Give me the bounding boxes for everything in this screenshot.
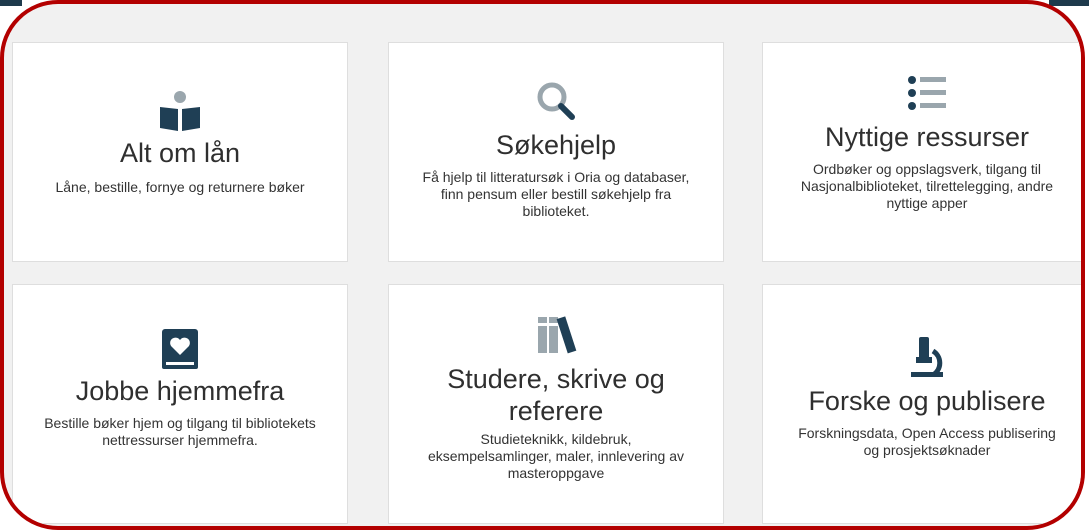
card-title: Studere, skrive og referere bbox=[447, 364, 665, 426]
book-reader-icon bbox=[156, 91, 204, 135]
book-heart-icon bbox=[156, 327, 204, 371]
top-bar-left-edge bbox=[0, 0, 22, 6]
card-studere-skrive-referere[interactable]: Studere, skrive og referere Studieteknik… bbox=[388, 284, 724, 524]
card-description: Ordbøker og oppslagsverk, tilgang til Na… bbox=[800, 161, 1054, 211]
card-description: Studieteknikk, kildebruk, eksempelsamlin… bbox=[427, 431, 684, 481]
highlight-frame: Alt om lån Låne, bestille, fornye og ret… bbox=[0, 0, 1085, 530]
card-title: Forske og publisere bbox=[808, 386, 1046, 416]
card-title: Søkehjelp bbox=[495, 130, 617, 160]
card-forske-og-publisere[interactable]: Forske og publisere Forskningsdata, Open… bbox=[762, 284, 1081, 524]
card-jobbe-hjemmefra[interactable]: Jobbe hjemmefra Bestille bøker hjem og t… bbox=[12, 284, 348, 524]
card-alt-om-lan[interactable]: Alt om lån Låne, bestille, fornye og ret… bbox=[12, 42, 348, 262]
card-title: Jobbe hjemmefra bbox=[75, 376, 285, 406]
card-description: Forskningsdata, Open Access publisering … bbox=[798, 425, 1056, 458]
card-description: Låne, bestille, fornye og returnere bøke… bbox=[55, 179, 305, 195]
card-sokehjelp[interactable]: Søkehjelp Få hjelp til litteratursøk i O… bbox=[388, 42, 724, 262]
card-title: Nyttige ressurser bbox=[824, 122, 1030, 152]
card-description: Bestille bøker hjem og tilgang til bibli… bbox=[44, 415, 316, 448]
search-icon bbox=[532, 79, 580, 123]
list-icon bbox=[903, 71, 951, 115]
microscope-icon bbox=[903, 335, 951, 379]
card-nyttige-ressurser[interactable]: Nyttige ressurser Ordbøker og oppslagsve… bbox=[762, 42, 1081, 262]
card-description: Få hjelp til litteratursøk i Oria og dat… bbox=[422, 169, 690, 219]
top-bar-right-edge bbox=[1049, 0, 1089, 6]
card-title: Alt om lån bbox=[119, 138, 241, 168]
books-icon bbox=[532, 313, 580, 357]
